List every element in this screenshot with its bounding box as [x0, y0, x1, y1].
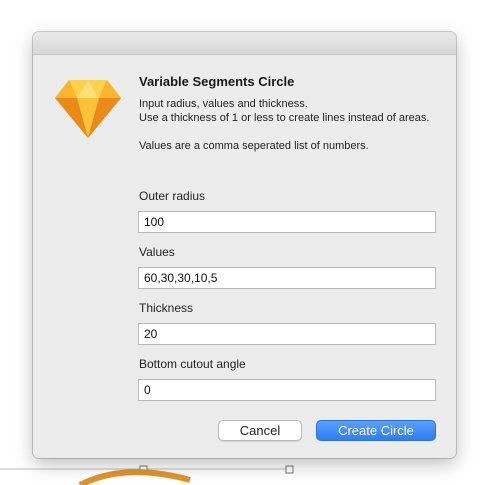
bottom-cutout-angle-label: Bottom cutout angle [139, 357, 246, 371]
dialog-window: Variable Segments Circle Input radius, v… [33, 32, 456, 458]
title-bar[interactable] [33, 32, 456, 55]
values-label: Values [139, 245, 175, 259]
description-line-3: Values are a comma seperated list of num… [139, 140, 369, 152]
cancel-button[interactable]: Cancel [218, 420, 302, 441]
circle-segment-arc [78, 469, 191, 485]
values-input[interactable] [138, 267, 436, 289]
outer-radius-label: Outer radius [139, 189, 206, 203]
thickness-input[interactable] [138, 323, 436, 345]
selection-handle-right[interactable] [285, 465, 294, 474]
outer-radius-input[interactable] [138, 211, 436, 233]
dialog-title: Variable Segments Circle [139, 74, 295, 89]
create-circle-button[interactable]: Create Circle [316, 420, 436, 441]
sketch-diamond-icon [55, 80, 121, 138]
bottom-cutout-angle-input[interactable] [138, 379, 436, 401]
description-line-2: Use a thickness of 1 or less to create l… [139, 112, 430, 124]
dialog-description: Input radius, values and thickness. Use … [139, 97, 439, 153]
description-line-1: Input radius, values and thickness. [139, 98, 308, 110]
thickness-label: Thickness [139, 301, 194, 315]
